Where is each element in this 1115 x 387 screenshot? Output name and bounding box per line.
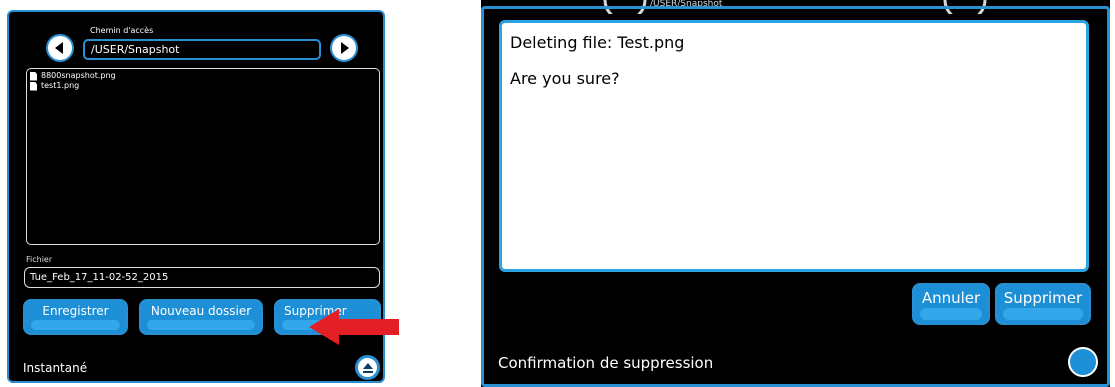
file-list[interactable]: 8800snapshot.png test1.png (26, 68, 380, 245)
cancel-button-label: Annuler (921, 289, 981, 307)
collapse-button[interactable] (355, 355, 380, 380)
status-label: Instantané (23, 361, 88, 375)
filename-label: Fichier (26, 255, 53, 264)
path-field[interactable]: /USER/Snapshot (83, 39, 321, 60)
red-arrow-icon (309, 309, 399, 345)
status-label: Confirmation de suppression (498, 354, 714, 372)
list-item[interactable]: 8800snapshot.png (30, 71, 379, 81)
save-button[interactable]: Enregistrer (23, 299, 128, 335)
status-indicator[interactable] (1068, 347, 1098, 377)
path-label: Chemin d'accès (90, 26, 154, 35)
collapse-icon (362, 362, 373, 373)
forward-button[interactable] (330, 34, 358, 62)
file-name: test1.png (41, 81, 80, 90)
arrow-left-icon (55, 42, 63, 54)
dialog-question: Are you sure? (510, 69, 620, 88)
back-button[interactable] (46, 34, 74, 62)
filename-field[interactable]: Tue_Feb_17_11-02-52_2015 (24, 267, 380, 288)
new-folder-button-label: Nouveau dossier (150, 304, 252, 318)
delete-confirmation-panel: /USER/Snapshot Deleting file: Test.png A… (481, 0, 1110, 387)
dialog-message: Deleting file: Test.png (510, 33, 685, 52)
confirm-dialog: Deleting file: Test.png Are you sure? (499, 20, 1089, 272)
new-folder-button[interactable]: Nouveau dossier (139, 299, 263, 335)
save-button-label: Enregistrer (42, 304, 109, 318)
file-name: 8800snapshot.png (41, 71, 116, 80)
confirm-delete-button[interactable]: Supprimer (995, 283, 1091, 325)
arrow-right-icon (341, 42, 349, 54)
cancel-button[interactable]: Annuler (912, 283, 990, 325)
confirm-delete-button-label: Supprimer (1003, 289, 1083, 307)
file-manager-panel: Chemin d'accès /USER/Snapshot 8800snapsh… (7, 10, 399, 383)
file-icon (30, 81, 37, 91)
list-item[interactable]: test1.png (30, 81, 379, 91)
file-icon (30, 71, 37, 81)
